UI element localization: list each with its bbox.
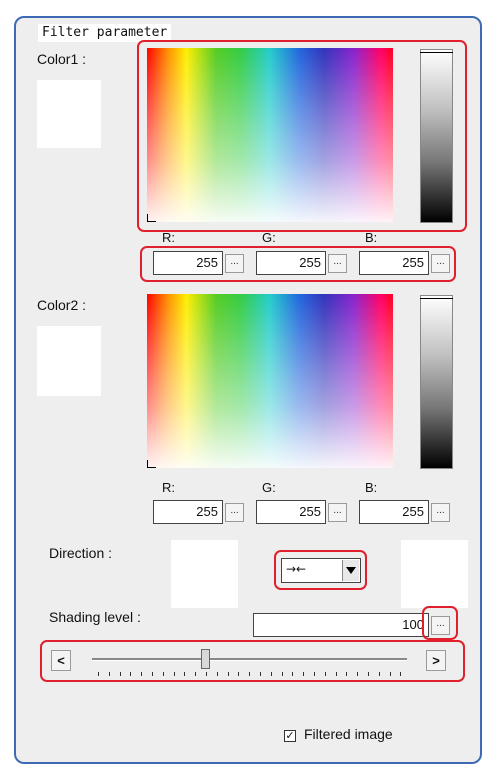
color2-b-label: B: bbox=[365, 480, 378, 495]
direction-label: Direction : bbox=[49, 545, 113, 561]
filtered-image-label[interactable]: Filtered image bbox=[304, 726, 393, 742]
color1-g-label: G: bbox=[262, 230, 276, 245]
filter-parameter-panel: Filter parameter Color1 : R: G: B: 255 .… bbox=[14, 16, 482, 764]
color1-b-label: B: bbox=[365, 230, 378, 245]
color2-g-label: G: bbox=[262, 480, 276, 495]
shading-level-label: Shading level : bbox=[49, 609, 141, 625]
color2-b-ellipsis-button[interactable]: ... bbox=[431, 503, 450, 522]
filtered-image-checkbox[interactable]: ✓ bbox=[284, 730, 296, 742]
color1-rgb-highlight bbox=[140, 246, 456, 282]
direction-select-highlight bbox=[274, 550, 367, 590]
color2-brightness-bar[interactable] bbox=[420, 295, 453, 469]
color2-r-label: R: bbox=[162, 480, 175, 495]
color2-preview-swatch bbox=[37, 326, 101, 396]
color2-brightness-marker[interactable] bbox=[420, 298, 453, 299]
color1-picker-highlight bbox=[137, 40, 467, 232]
color2-label: Color2 : bbox=[37, 297, 87, 313]
color2-b-input[interactable]: 255 bbox=[359, 500, 429, 524]
color1-preview-swatch bbox=[37, 80, 101, 148]
color2-g-input[interactable]: 255 bbox=[256, 500, 326, 524]
direction-preview-left bbox=[171, 540, 238, 608]
picker-cursor-icon bbox=[147, 460, 156, 468]
color2-r-input[interactable]: 255 bbox=[153, 500, 223, 524]
color1-label: Color1 : bbox=[37, 51, 87, 67]
color2-r-ellipsis-button[interactable]: ... bbox=[225, 503, 244, 522]
shading-ellipsis-highlight bbox=[422, 606, 458, 640]
color1-r-label: R: bbox=[162, 230, 175, 245]
shading-level-input[interactable]: 100 bbox=[253, 613, 429, 637]
color2-g-ellipsis-button[interactable]: ... bbox=[328, 503, 347, 522]
color2-spectrum-picker[interactable] bbox=[147, 294, 393, 468]
direction-preview-right bbox=[401, 540, 468, 608]
slider-highlight bbox=[40, 640, 465, 682]
